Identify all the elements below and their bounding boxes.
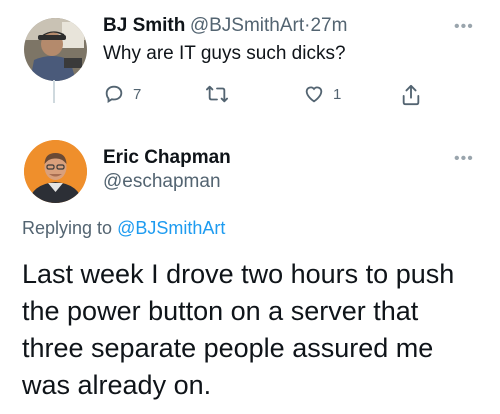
share-icon	[400, 83, 422, 107]
reply-count: 7	[133, 85, 142, 103]
tweet2-author-name[interactable]: Eric Chapman	[103, 147, 231, 169]
share-button[interactable]	[400, 83, 422, 107]
tweet1-author-handle[interactable]: @BJSmithArt	[190, 15, 304, 36]
like-icon	[303, 83, 325, 105]
reply-icon	[103, 83, 125, 105]
tweet2-text-line: was already on.	[22, 370, 212, 400]
like-button[interactable]: 1	[303, 83, 341, 105]
tweet1-text: Why are IT guys such dicks?	[103, 43, 346, 64]
tweet2-text-line: the power button on a server that	[22, 296, 419, 326]
retweet-button[interactable]	[205, 83, 237, 105]
retweet-icon	[205, 83, 229, 105]
more-icon-2[interactable]: •••	[454, 151, 474, 167]
tweet2-author-handle[interactable]: @eschapman	[103, 171, 221, 193]
avatar-bj-smith[interactable]	[24, 18, 87, 81]
tweet1-header: BJ Smith @BJSmithArt·27m	[103, 15, 347, 37]
thread-line	[53, 80, 55, 103]
reply-button[interactable]: 7	[103, 83, 141, 105]
replying-to-label: Replying to	[22, 218, 113, 238]
replying-to-handle[interactable]: @BJSmithArt	[117, 218, 225, 238]
replying-to: Replying to @BJSmithArt	[22, 218, 225, 239]
tweet2-text-line: three separate people assured me	[22, 333, 434, 363]
more-icon[interactable]: •••	[454, 19, 474, 35]
tweet2-text-line: Last week I drove two hours to push	[22, 259, 455, 289]
tweet1-timestamp[interactable]: 27m	[310, 15, 347, 36]
like-count: 1	[333, 85, 342, 103]
tweet2-text: Last week I drove two hours to push the …	[22, 256, 454, 404]
tweet1-author-name[interactable]: BJ Smith	[103, 15, 185, 36]
avatar-eric-chapman[interactable]	[24, 140, 87, 203]
